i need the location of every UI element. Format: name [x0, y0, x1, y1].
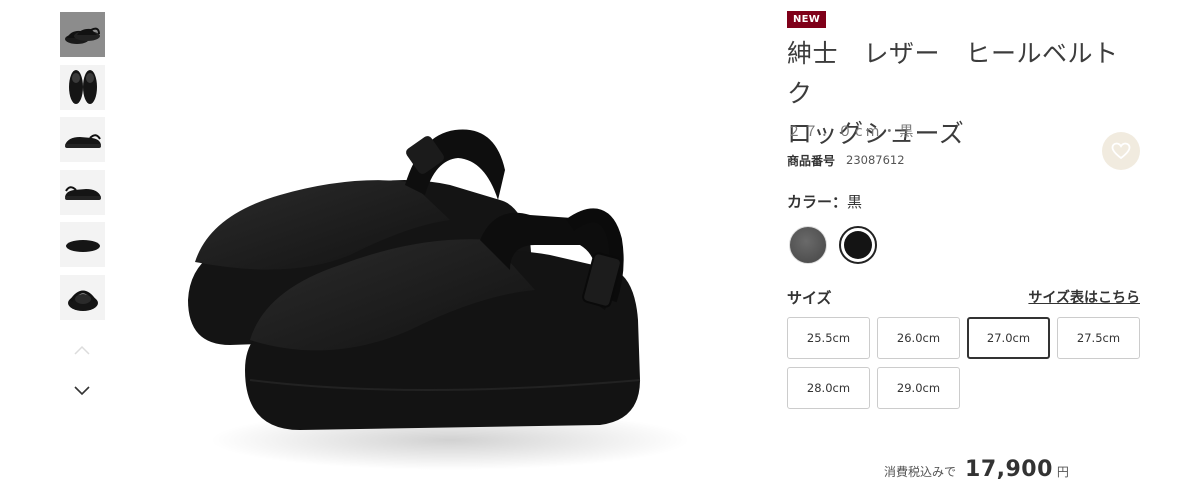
thumbnail-list	[60, 12, 105, 327]
size-option-28-0[interactable]: 28.0cm	[787, 367, 870, 409]
thumbnail-sole[interactable]	[60, 222, 105, 267]
heart-icon	[1111, 142, 1131, 160]
size-option-27-0[interactable]: 27.0cm	[967, 317, 1050, 359]
color-label: カラー：黒	[787, 191, 862, 212]
new-badge: NEW	[787, 11, 827, 28]
product-variant-summary: ２７．０cm・黒	[787, 124, 917, 140]
chevron-down-icon[interactable]	[73, 385, 91, 397]
price-tax-note: 消費税込みで	[884, 465, 957, 479]
color-label-text: カラー：	[787, 193, 848, 211]
chevron-up-icon[interactable]	[73, 344, 91, 356]
product-code-value: 23087612	[846, 153, 905, 167]
size-chart-link[interactable]: サイズ表はこちら	[1028, 287, 1140, 307]
favorite-button[interactable]	[1102, 132, 1140, 170]
product-main-image	[188, 129, 690, 470]
thumbnail-back[interactable]	[60, 274, 105, 320]
selected-color-name: 黒	[847, 193, 863, 211]
size-option-26-0[interactable]: 26.0cm	[877, 317, 960, 359]
size-option-29-0[interactable]: 29.0cm	[877, 367, 960, 409]
price-value: 17,900	[965, 457, 1053, 482]
color-swatch-gray[interactable]	[789, 226, 827, 264]
price-row: 消費税込みで 17,900 円	[884, 457, 1069, 482]
size-option-27-5[interactable]: 27.5cm	[1057, 317, 1140, 359]
size-label: サイズ	[787, 289, 832, 307]
size-option-25-5[interactable]: 25.5cm	[787, 317, 870, 359]
product-code-label: 商品番号	[787, 154, 836, 168]
price-unit: 円	[1056, 465, 1069, 479]
thumbnail-top[interactable]	[60, 64, 105, 110]
color-swatch-black[interactable]	[839, 226, 877, 264]
product-title-line1: 紳士 レザー ヒールベルトク	[787, 39, 1119, 108]
size-options: 25.5cm 26.0cm 27.0cm 27.5cm 28.0cm 29.0c…	[787, 317, 1140, 409]
thumbnail-other-side[interactable]	[60, 169, 105, 215]
thumbnail-side[interactable]	[60, 117, 105, 162]
thumbnail-main-angle[interactable]	[60, 12, 105, 57]
